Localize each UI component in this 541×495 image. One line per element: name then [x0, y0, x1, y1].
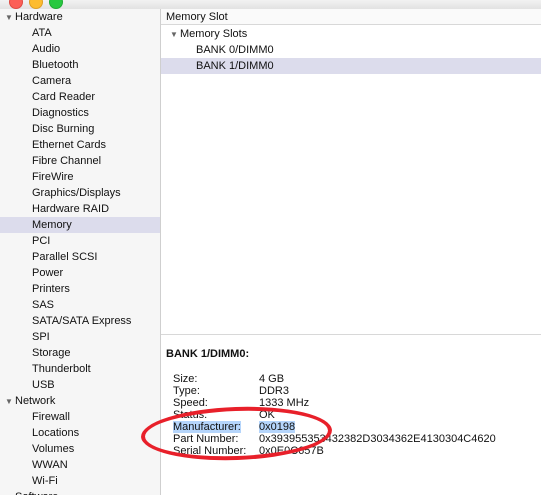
detail-row[interactable]: Manufacturer: 0x0198 [173, 421, 533, 433]
sidebar-item-volumes[interactable]: Volumes [0, 441, 160, 457]
sidebar-item-thunderbolt[interactable]: Thunderbolt [0, 361, 160, 377]
sidebar-item-card-reader[interactable]: Card Reader [0, 89, 160, 105]
detail-row[interactable]: Serial Number: 0x0E0C657B [173, 445, 533, 457]
sidebar-section-label: Hardware [15, 11, 63, 23]
disclosure-triangle-icon[interactable]: ▼ [5, 10, 15, 26]
sidebar-item-fibre-channel[interactable]: Fibre Channel [0, 153, 160, 169]
disclosure-triangle-icon[interactable]: ▼ [5, 490, 15, 495]
disclosure-triangle-icon[interactable]: ▼ [5, 394, 15, 410]
detail-row[interactable]: Status: OK [173, 409, 533, 421]
sidebar-item-camera[interactable]: Camera [0, 73, 160, 89]
detail-row[interactable]: Type: DDR3 [173, 385, 533, 397]
detail-key: Type: [173, 385, 200, 397]
detail-key: Serial Number: [173, 445, 247, 457]
memory-slot-row[interactable]: BANK 1/DIMM0 [161, 58, 541, 74]
detail-row[interactable]: Speed: 1333 MHz [173, 397, 533, 409]
sidebar-item-memory[interactable]: Memory [0, 217, 160, 233]
sidebar-item-pci[interactable]: PCI [0, 233, 160, 249]
detail-key: Speed: [173, 397, 208, 409]
detail-title: BANK 1/DIMM0: [166, 348, 250, 360]
sidebar-item-bluetooth[interactable]: Bluetooth [0, 57, 160, 73]
sidebar-item-ethernet-cards[interactable]: Ethernet Cards [0, 137, 160, 153]
sidebar-item-storage[interactable]: Storage [0, 345, 160, 361]
sidebar-item-wi-fi[interactable]: Wi-Fi [0, 473, 160, 489]
tree-group-label: Memory Slots [180, 28, 248, 40]
zoom-window-button[interactable] [49, 0, 63, 9]
detail-value: 1333 MHz [259, 397, 310, 409]
detail-value: DDR3 [259, 385, 289, 397]
sidebar-section-network[interactable]: ▼ Network [0, 393, 160, 410]
main-panel: Memory Slot ▼ Memory Slots BANK 0/DIMM0 BAN… [161, 9, 541, 495]
detail-key: Part Number: [173, 433, 239, 445]
sidebar-item-printers[interactable]: Printers [0, 281, 160, 297]
tree-group-memory-slots[interactable]: ▼ Memory Slots [161, 26, 541, 42]
sidebar-item-ata[interactable]: ATA [0, 25, 160, 41]
detail-value: OK [259, 409, 275, 421]
minimize-window-button[interactable] [29, 0, 43, 9]
sidebar-item-parallel-scsi[interactable]: Parallel SCSI [0, 249, 160, 265]
sidebar-item-firewall[interactable]: Firewall [0, 409, 160, 425]
detail-key: Size: [173, 373, 198, 385]
sidebar-item-graphics-displays[interactable]: Graphics/Displays [0, 185, 160, 201]
pane-splitter[interactable] [161, 334, 541, 335]
sidebar-section-label: Network [15, 395, 56, 407]
sidebar-section-software[interactable]: ▼Software [0, 489, 160, 495]
detail-key: Manufacturer: [173, 421, 241, 433]
sidebar-section-hardware[interactable]: ▼ Hardware [0, 9, 160, 26]
disclosure-triangle-icon[interactable]: ▼ [170, 27, 180, 43]
detail-value: 0x393955353432382D3034362E4130304C4620 [259, 433, 496, 445]
detail-row[interactable]: Size: 4 GB [173, 373, 533, 385]
sidebar-item-wwan[interactable]: WWAN [0, 457, 160, 473]
sidebar-item-diagnostics[interactable]: Diagnostics [0, 105, 160, 121]
sidebar-section-label: Software [15, 491, 58, 495]
detail-value: 0x0198 [259, 421, 296, 433]
memory-slot-row[interactable]: BANK 0/DIMM0 [161, 42, 541, 58]
sidebar-item-audio[interactable]: Audio [0, 41, 160, 57]
sidebar-item-locations[interactable]: Locations [0, 425, 160, 441]
detail-value: 0x0E0C657B [259, 445, 324, 457]
sidebar-item-hardware-raid[interactable]: Hardware RAID [0, 201, 160, 217]
sidebar: ▼ Hardware ATA Audio Bluetooth Camera Card Rea… [0, 9, 161, 495]
sidebar-item-spi[interactable]: SPI [0, 329, 160, 345]
memory-slot-column-header[interactable]: Memory Slot [161, 9, 541, 25]
detail-value: 4 GB [259, 373, 285, 385]
sidebar-item-firewire[interactable]: FireWire [0, 169, 160, 185]
sidebar-item-disc-burning[interactable]: Disc Burning [0, 121, 160, 137]
sidebar-item-power[interactable]: Power [0, 265, 160, 281]
detail-key: Status: [173, 409, 208, 421]
sidebar-item-sas[interactable]: SAS [0, 297, 160, 313]
sidebar-item-usb[interactable]: USB [0, 377, 160, 393]
close-window-button[interactable] [9, 0, 23, 9]
detail-row[interactable]: Part Number: 0x393955353432382D3034362E41… [173, 433, 533, 445]
sidebar-item-sata-sata-express[interactable]: SATA/SATA Express [0, 313, 160, 329]
